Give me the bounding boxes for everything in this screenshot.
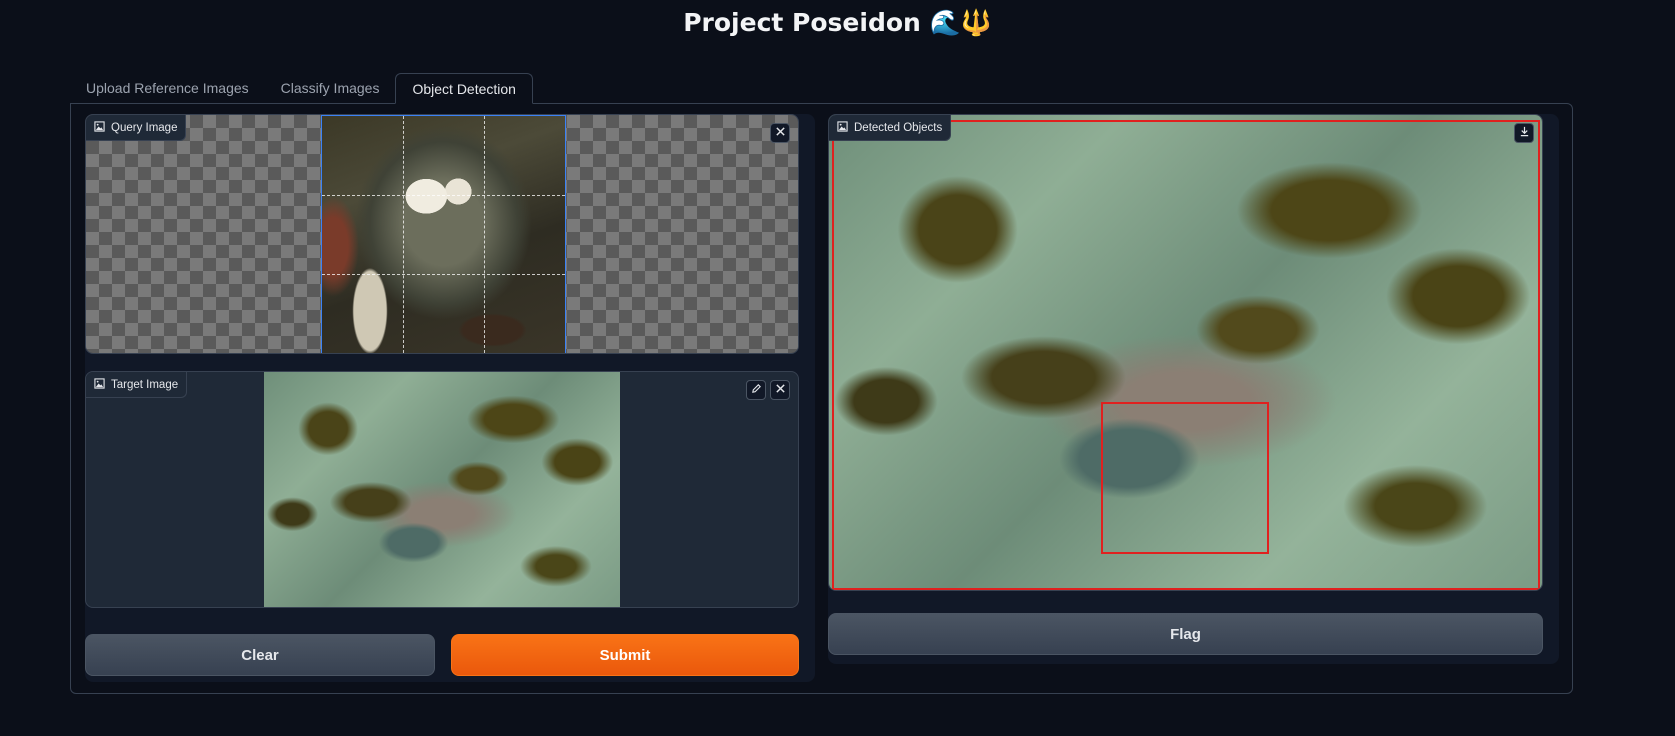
output-column: Detected Objects Flag — [828, 114, 1559, 664]
crop-box[interactable] — [321, 115, 566, 353]
target-image-label-text: Target Image — [111, 378, 179, 391]
tab-upload-reference-images[interactable]: Upload Reference Images — [70, 73, 265, 104]
target-clear-button[interactable] — [770, 380, 790, 400]
submit-button[interactable]: Submit — [451, 634, 799, 676]
flag-button[interactable]: Flag — [828, 613, 1543, 655]
tab-classify-images[interactable]: Classify Images — [265, 73, 396, 104]
crop-grid-line — [484, 116, 485, 353]
download-button[interactable] — [1514, 123, 1534, 143]
clear-button[interactable]: Clear — [85, 634, 435, 676]
image-icon — [94, 120, 105, 135]
crop-grid-line — [403, 116, 404, 353]
crop-grid-line — [322, 274, 565, 275]
query-image-block[interactable]: Query Image — [85, 114, 799, 354]
detection-box-object — [1101, 402, 1269, 554]
crop-grid-line — [322, 195, 565, 196]
query-clear-button[interactable] — [770, 123, 790, 143]
edit-icon — [751, 381, 762, 399]
tab-object-detection[interactable]: Object Detection — [395, 73, 533, 104]
download-icon — [1519, 124, 1530, 142]
target-image-block[interactable]: Target Image — [85, 371, 799, 608]
object-detection-panel: Query Image Target Image Clear Submit De… — [70, 103, 1573, 694]
target-edit-button[interactable] — [746, 380, 766, 400]
page-title: Project Poseidon 🌊🔱 — [683, 8, 992, 37]
target-image-label: Target Image — [86, 372, 188, 398]
close-icon — [775, 124, 786, 142]
query-image-label: Query Image — [86, 115, 187, 141]
close-icon — [775, 381, 786, 399]
input-column: Query Image Target Image Clear Submit — [85, 114, 815, 682]
target-image — [264, 372, 620, 607]
detected-objects-label-text: Detected Objects — [854, 121, 943, 134]
detected-objects-label: Detected Objects — [829, 115, 952, 141]
image-icon — [94, 377, 105, 392]
image-icon — [837, 120, 848, 135]
query-image-label-text: Query Image — [111, 121, 178, 134]
detected-objects-block: Detected Objects — [828, 114, 1543, 591]
tab-bar: Upload Reference Images Classify Images … — [70, 73, 533, 105]
